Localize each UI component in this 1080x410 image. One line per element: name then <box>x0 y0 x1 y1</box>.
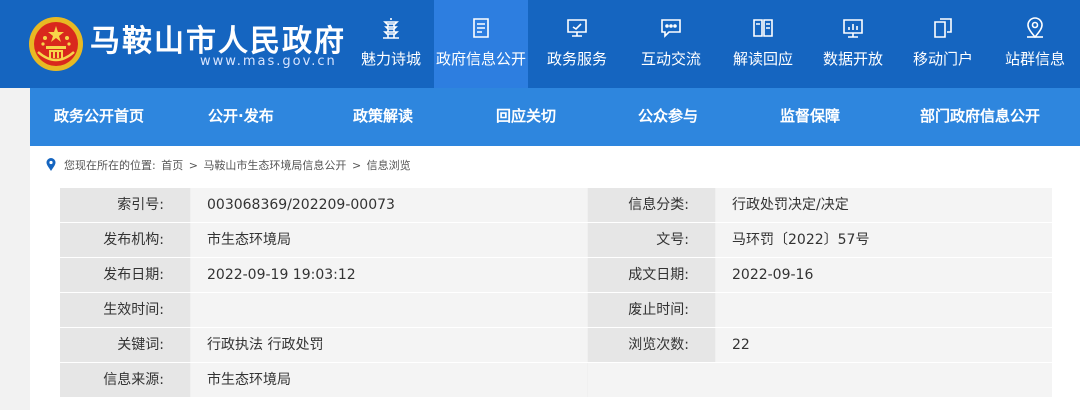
publish-date-value: 2022-09-19 19:03:12 <box>191 258 587 292</box>
breadcrumb-current: 信息浏览 <box>366 159 411 172</box>
doc-number-value: 马环罚〔2022〕57号 <box>716 223 1052 257</box>
written-date-label: 成文日期: <box>588 258 715 292</box>
chat-icon <box>661 19 681 38</box>
topnav-label: 站群信息 <box>1004 50 1065 68</box>
mobile-icon <box>934 18 952 38</box>
info-category-value: 行政处罚决定/决定 <box>716 188 1052 222</box>
keywords-label: 关键词: <box>60 328 190 362</box>
book-icon <box>753 19 773 37</box>
topnav-label: 政务服务 <box>546 50 607 68</box>
breadcrumb-link-home[interactable]: 首页 <box>161 159 183 172</box>
breadcrumb-separator: > <box>351 159 362 172</box>
breadcrumb-prefix: 您现在所在的位置: <box>64 159 156 172</box>
topnav-label: 政府信息公开 <box>435 50 526 68</box>
topnav-item-gov-services[interactable]: 政务服务 <box>530 0 624 88</box>
written-date-value: 2022-09-16 <box>716 258 1052 292</box>
effective-date-value <box>191 293 587 327</box>
topnav-item-data-open[interactable]: 数据开放 <box>806 0 900 88</box>
subnav-item-department-info[interactable]: 部门政府信息公开 <box>920 88 1040 146</box>
publisher-label: 发布机构: <box>60 223 190 257</box>
doc-number-label: 文号: <box>588 223 715 257</box>
publisher-value: 市生态环境局 <box>191 223 587 257</box>
table-row: 发布日期: 2022-09-19 19:03:12 成文日期: 2022-09-… <box>60 258 1052 292</box>
expiry-date-value <box>716 293 1052 327</box>
info-source-value: 市生态环境局 <box>191 363 587 397</box>
keywords-value: 行政执法 行政处罚 <box>191 328 587 362</box>
content-area: 您现在所在的位置: 首页 > 马鞍山市生态环境局信息公开 > 信息浏览 索引号:… <box>30 146 1080 410</box>
document-icon <box>473 18 489 38</box>
table-row: 关键词: 行政执法 行政处罚 浏览次数: 22 <box>60 328 1052 362</box>
sub-navigation: 政务公开首页 公开·发布 政策解读 回应关切 公众参与 监督保障 部门政府信息公… <box>30 88 1080 146</box>
subnav-item-supervision[interactable]: 监督保障 <box>780 88 840 146</box>
topnav-item-interpretation[interactable]: 解读回应 <box>716 0 810 88</box>
table-row: 发布机构: 市生态环境局 文号: 马环罚〔2022〕57号 <box>60 223 1052 257</box>
table-row: 信息来源: 市生态环境局 <box>60 363 1052 397</box>
expiry-date-label: 废止时间: <box>588 293 715 327</box>
info-category-label: 信息分类: <box>588 188 715 222</box>
topnav-label: 解读回应 <box>732 50 793 68</box>
topnav-label: 数据开放 <box>822 50 883 68</box>
empty-cell <box>588 363 1052 397</box>
info-source-label: 信息来源: <box>60 363 190 397</box>
table-row: 索引号: 003068369/202209-00073 信息分类: 行政处罚决定… <box>60 188 1052 222</box>
subnav-item-public-participation[interactable]: 公众参与 <box>638 88 698 146</box>
national-emblem-icon <box>29 17 83 71</box>
topnav-item-gov-info[interactable]: 政府信息公开 <box>434 0 528 88</box>
top-navigation: 魅力诗城 政府信息公开 政务服务 互动交流 解读回应 数据开放 移动门户 站群信… <box>344 0 1080 88</box>
topnav-label: 移动门户 <box>912 50 973 68</box>
monitor-icon <box>567 19 587 37</box>
topnav-label: 互动交流 <box>640 50 701 68</box>
topnav-label: 魅力诗城 <box>360 50 421 68</box>
location-pin-icon <box>46 158 56 171</box>
view-count-value: 22 <box>716 328 1052 362</box>
site-header: 马鞍山市人民政府 www.mas.gov.cn 魅力诗城 政府信息公开 政务服务 <box>0 0 1080 88</box>
topnav-item-interaction[interactable]: 互动交流 <box>624 0 718 88</box>
index-number-value: 003068369/202209-00073 <box>191 188 587 222</box>
breadcrumb-link-bureau[interactable]: 马鞍山市生态环境局信息公开 <box>203 159 346 172</box>
breadcrumb-separator: > <box>188 159 198 172</box>
index-number-label: 索引号: <box>60 188 190 222</box>
pagoda-icon <box>383 18 399 39</box>
location-icon <box>1027 17 1043 39</box>
publish-date-label: 发布日期: <box>60 258 190 292</box>
subnav-item-policy-interpretation[interactable]: 政策解读 <box>353 88 413 146</box>
topnav-item-charm-city[interactable]: 魅力诗城 <box>344 0 438 88</box>
chart-icon <box>843 19 863 38</box>
subnav-item-publish[interactable]: 公开·发布 <box>208 88 274 146</box>
site-url: www.mas.gov.cn <box>200 54 337 69</box>
topnav-item-site-group[interactable]: 站群信息 <box>988 0 1080 88</box>
site-logo[interactable]: 马鞍山市人民政府 www.mas.gov.cn <box>28 14 344 74</box>
effective-date-label: 生效时间: <box>60 293 190 327</box>
subnav-item-response[interactable]: 回应关切 <box>496 88 556 146</box>
topnav-item-mobile[interactable]: 移动门户 <box>896 0 990 88</box>
table-row: 生效时间: 废止时间: <box>60 293 1052 327</box>
subnav-item-home[interactable]: 政务公开首页 <box>54 88 144 146</box>
view-count-label: 浏览次数: <box>588 328 715 362</box>
